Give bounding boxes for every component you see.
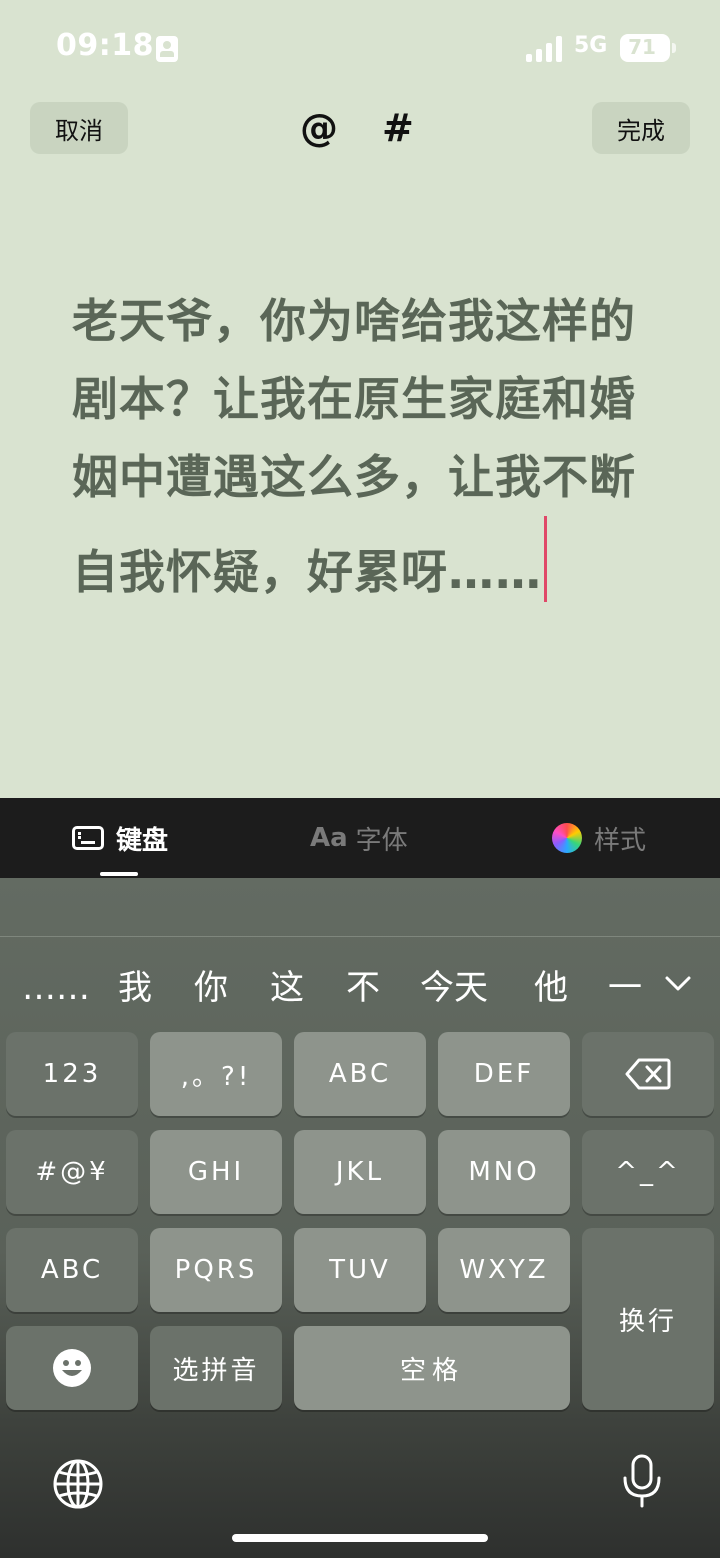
key-mno[interactable]: MNO xyxy=(438,1130,570,1214)
status-bar: 09:18 5G 71 xyxy=(0,0,720,96)
emoji-icon xyxy=(53,1349,91,1387)
mention-icon[interactable]: @ xyxy=(300,104,338,152)
key-def[interactable]: DEF xyxy=(438,1032,570,1116)
key-pqrs[interactable]: PQRS xyxy=(150,1228,282,1312)
key-emoticon[interactable]: ^_^ xyxy=(582,1130,714,1214)
key-abc-switch[interactable]: ABC xyxy=(6,1228,138,1312)
keyboard-icon xyxy=(72,826,104,850)
candidate-item[interactable]: 一 xyxy=(608,960,642,1016)
emoji-key[interactable] xyxy=(6,1326,138,1410)
candidate-item[interactable]: 他 xyxy=(534,960,568,1016)
editor-text: 老天爷，你为啥给我这样的剧本？让我在原生家庭和婚姻中遭遇这么多，让我不断自我怀疑… xyxy=(72,294,636,599)
key-punctuation[interactable]: ,。?! xyxy=(150,1032,282,1116)
color-wheel-icon xyxy=(552,823,582,853)
battery-cap xyxy=(672,43,676,53)
battery-percent: 71 xyxy=(628,35,656,59)
newline-key[interactable]: 换行 xyxy=(582,1228,714,1410)
tab-font-label: 字体 xyxy=(355,825,408,856)
backspace-icon xyxy=(625,1058,671,1090)
done-button[interactable]: 完成 xyxy=(592,102,690,154)
text-editor[interactable]: 老天爷，你为啥给我这样的剧本？让我在原生家庭和婚姻中遭遇这么多，让我不断自我怀疑… xyxy=(72,282,652,611)
keyboard-divider xyxy=(0,936,720,937)
chevron-down-icon[interactable] xyxy=(664,970,692,998)
active-tab-indicator xyxy=(100,872,138,876)
key-abc[interactable]: ABC xyxy=(294,1032,426,1116)
candidate-item[interactable]: 你 xyxy=(194,960,228,1016)
status-time: 09:18 xyxy=(56,28,154,63)
tab-style[interactable]: 样式 xyxy=(552,818,646,858)
key-ghi[interactable]: GHI xyxy=(150,1130,282,1214)
space-key[interactable]: 空格 xyxy=(294,1326,570,1410)
globe-icon[interactable] xyxy=(52,1458,104,1510)
text-cursor xyxy=(544,516,547,602)
tab-style-label: 样式 xyxy=(594,825,647,856)
microphone-icon[interactable] xyxy=(620,1454,664,1510)
tab-keyboard[interactable]: 键盘 xyxy=(72,818,168,858)
key-symbols[interactable]: #@¥ xyxy=(6,1130,138,1214)
candidate-item[interactable]: 我 xyxy=(118,960,152,1016)
candidate-item[interactable]: 今天 xyxy=(420,960,488,1016)
backspace-key[interactable] xyxy=(582,1032,714,1116)
candidate-item[interactable]: 不 xyxy=(346,960,380,1016)
key-select-pinyin[interactable]: 选拼音 xyxy=(150,1326,282,1410)
key-tuv[interactable]: TUV xyxy=(294,1228,426,1312)
key-wxyz[interactable]: WXYZ xyxy=(438,1228,570,1312)
keyboard: …… 我 你 这 不 今天 他 一 123 ,。?! ABC DEF #@¥ G… xyxy=(0,878,720,1558)
candidate-item[interactable]: 这 xyxy=(270,960,304,1016)
tab-keyboard-label: 键盘 xyxy=(116,825,169,856)
id-card-icon xyxy=(156,36,178,62)
format-tab-bar: 键盘 Aa 字体 样式 xyxy=(0,798,720,878)
tab-font[interactable]: Aa 字体 xyxy=(310,818,408,858)
candidate-item[interactable]: …… xyxy=(22,960,90,1016)
cancel-button[interactable]: 取消 xyxy=(30,102,128,154)
font-aa-icon: Aa xyxy=(310,823,348,853)
hashtag-icon[interactable]: # xyxy=(382,104,414,152)
home-indicator[interactable] xyxy=(232,1534,488,1542)
key-jkl[interactable]: JKL xyxy=(294,1130,426,1214)
candidate-bar: …… 我 你 这 不 今天 他 一 xyxy=(0,960,720,1016)
battery-icon: 71 xyxy=(620,34,670,62)
signal-icon xyxy=(526,36,564,62)
network-type: 5G xyxy=(574,33,608,58)
key-123[interactable]: 123 xyxy=(6,1032,138,1116)
